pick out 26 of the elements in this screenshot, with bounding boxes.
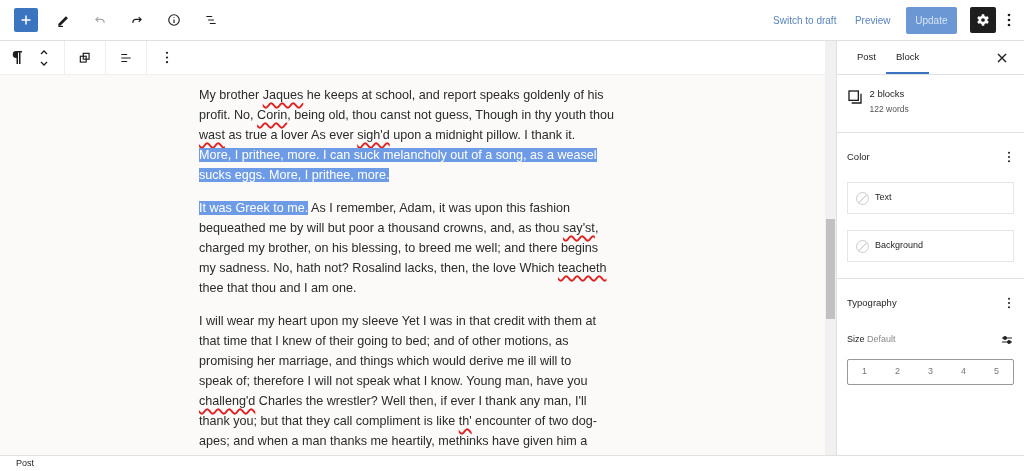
status-bar: Post (0, 455, 1024, 471)
blocks-icon (847, 89, 863, 105)
font-size-option[interactable]: 2 (881, 359, 914, 384)
settings-icon[interactable] (969, 7, 996, 33)
scrollbar[interactable] (825, 41, 836, 455)
paragraph-text[interactable]: It was Greek to me. As I remember, Adam, it was upon this fashion bequeathed me by will but poor a thousand crowns, and, as thou say'st, charged my brother, on his blessing, to breed me well; and there begins my sadness. No, hath not? Rosalind lacks, then, the love Which teacheth thee that thou and I am one. (199, 198, 639, 298)
font-size-option[interactable]: 5 (980, 359, 1013, 384)
sidebar-tab[interactable]: Post (847, 41, 886, 74)
paragraph-text[interactable]: I will wear my heart upon my sleeve Yet I was in that credit with them at that time that I knew of their going to bed; and of other motions, as promising her marriage, and things which would derive me ill will to speak of; therefore I will not speak what I know. Young man, have you challeng'd Charles the wrestler? Well then, if ever I thank any man, I'll thank you; but that they call compliment is like th' encounter of two dog- apes; and when a man thanks me heartily, methinks have given him a (199, 311, 639, 451)
font-size-option[interactable]: 3 (914, 359, 947, 384)
panel-title: Typography (847, 295, 897, 310)
font-size-option[interactable]: 4 (947, 359, 980, 384)
font-size-picker[interactable]: 1 2 3 4 5 (847, 358, 1014, 385)
color-option[interactable]: Text (847, 182, 1014, 214)
sidebar-tab[interactable]: Block (886, 41, 930, 74)
switch-to-draft-link[interactable]: Switch to draft (767, 12, 843, 28)
size-label: Size Default (847, 333, 896, 347)
font-size-option[interactable]: 1 (848, 359, 881, 384)
word-count: 122 words (869, 103, 909, 116)
scrollbar-thumb[interactable] (826, 219, 835, 319)
plus-icon[interactable] (14, 8, 38, 32)
preview-link[interactable]: Preview (848, 12, 897, 28)
paragraph-text[interactable]: My brother Jaques he keeps at school, and report speaks goldenly of his profit. No, Corin, being old, thou canst not guess, Though in thy youth thou wast as true a lover As ever sigh'd upon a midnight pillow. I thank it. More, I prithee, more. I can suck melancholy out of a song, as a weasel sucks eggs. More, I prithee, more. (199, 85, 639, 185)
panel-title: Color (847, 149, 870, 164)
color-option[interactable]: Background (847, 230, 1014, 262)
block-count: 2 blocks (869, 87, 906, 101)
